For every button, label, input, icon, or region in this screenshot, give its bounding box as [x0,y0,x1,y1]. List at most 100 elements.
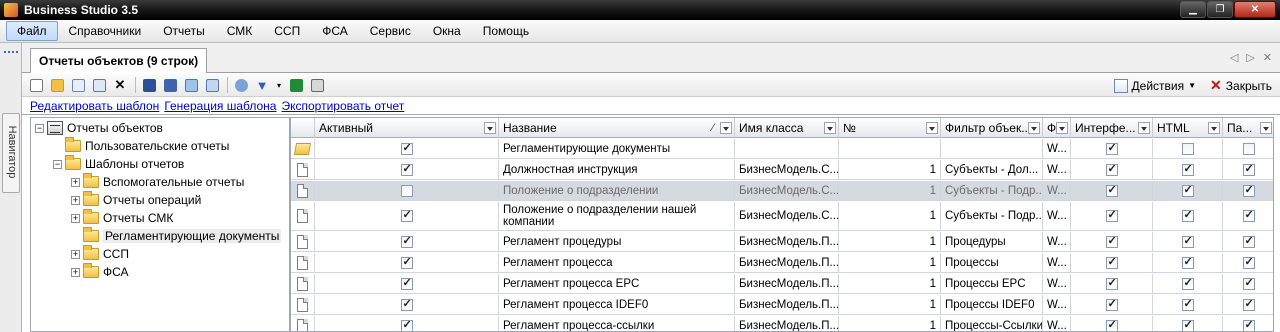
menu-fsa[interactable]: ФСА [311,21,359,41]
active-checkbox[interactable] [400,276,413,290]
table-row[interactable]: Регламент процесса-ссылкиБизнесМодель.П.… [291,316,1273,331]
column-filter-icon[interactable] [1028,122,1040,134]
pa-checkbox[interactable] [1242,234,1255,248]
tree-node-regulatory-docs[interactable]: Регламентирующие документы [71,227,282,245]
edit-template-link[interactable]: Редактировать шаблон [30,99,159,113]
table-row[interactable]: Регламент процедурыБизнесМодель.П...1Про… [291,232,1273,252]
pa-checkbox[interactable] [1242,297,1255,311]
menu-service[interactable]: Сервис [359,21,422,41]
interface-checkbox[interactable] [1105,208,1118,222]
menu-help[interactable]: Помощь [472,21,540,41]
tree-node-operation-reports[interactable]: + Отчеты операций [71,191,201,209]
menu-windows[interactable]: Окна [422,21,472,41]
table-row[interactable]: Регламент процесса EPCБизнесМодель.П...1… [291,274,1273,294]
column-filter-icon[interactable] [1208,122,1220,134]
interface-checkbox[interactable] [1105,276,1118,290]
menu-file[interactable]: Файл [6,21,58,41]
actions-button[interactable]: Действия ▼ [1113,78,1196,93]
edit-icon[interactable] [70,77,86,93]
html-checkbox[interactable] [1181,162,1194,176]
table-row[interactable]: Регламент процесса IDEF0БизнесМодель.П..… [291,295,1273,315]
table-row[interactable]: Должностная инструкцияБизнесМодель.С...1… [291,160,1273,180]
expand-icon[interactable]: + [71,249,80,259]
header-number[interactable]: № [839,118,941,138]
tab-object-reports[interactable]: Отчеты объектов (9 строк) [30,48,208,73]
header-pa[interactable]: Па... [1223,118,1273,138]
interface-checkbox[interactable] [1105,234,1118,248]
html-checkbox[interactable] [1181,318,1194,331]
search-icon[interactable] [233,77,249,93]
header-html[interactable]: HTML [1153,118,1223,138]
table-row[interactable]: Регламент процессаБизнесМодель.П...1Проц… [291,253,1273,273]
active-checkbox[interactable] [400,297,413,311]
pa-checkbox[interactable] [1242,255,1255,269]
close-tab-icon[interactable]: ✕ [1263,51,1272,64]
active-checkbox[interactable] [400,184,413,197]
pa-checkbox[interactable] [1242,276,1255,290]
header-object-filter[interactable]: Фильтр объек... [941,118,1043,138]
pa-checkbox[interactable] [1242,208,1255,222]
active-checkbox[interactable] [400,141,413,155]
interface-checkbox[interactable] [1105,141,1118,155]
expand-icon[interactable]: + [71,177,80,187]
html-checkbox[interactable] [1181,183,1194,197]
interface-checkbox[interactable] [1105,318,1118,331]
interface-checkbox[interactable] [1105,183,1118,197]
html-checkbox[interactable] [1181,142,1194,155]
tree-node-templates[interactable]: − Шаблоны отчетов [53,155,184,173]
header-f[interactable]: Ф [1043,118,1071,138]
table-row[interactable]: Регламентирующие документы W... [291,139,1273,159]
menu-smk[interactable]: СМК [216,21,264,41]
header-interface[interactable]: Интерфе... [1071,118,1153,138]
generate-template-link[interactable]: Генерация шаблона [164,99,276,113]
tree-node-smk-reports[interactable]: + Отчеты СМК [71,209,173,227]
column-filter-icon[interactable] [720,122,732,134]
save-all-icon[interactable] [162,77,178,93]
pa-checkbox[interactable] [1242,162,1255,176]
active-checkbox[interactable] [400,208,413,222]
excel-icon[interactable] [288,77,304,93]
column-filter-icon[interactable] [1056,122,1068,134]
menu-reports[interactable]: Отчеты [152,21,215,41]
save-icon[interactable] [141,77,157,93]
tree-node-aux-reports[interactable]: + Вспомогательные отчеты [71,173,244,191]
maximize-button[interactable]: ❐ [1207,1,1233,18]
tree-node-fsa[interactable]: + ФСА [71,263,129,281]
pa-checkbox[interactable] [1242,142,1255,155]
expand-icon[interactable]: + [71,213,80,223]
html-checkbox[interactable] [1181,255,1194,269]
table-row[interactable]: Положение о подразделении нашей компании… [291,202,1273,231]
active-checkbox[interactable] [400,162,413,176]
filter-dropdown-icon[interactable]: ▾ [275,77,283,93]
export-report-link[interactable]: Экспортировать отчет [281,99,404,113]
print-icon[interactable] [309,77,325,93]
filter-icon[interactable]: ▼ [254,77,270,93]
header-name[interactable]: Название ⁄ [499,118,735,138]
tree-node-root[interactable]: − Отчеты объектов [35,119,163,137]
column-filter-icon[interactable] [926,122,938,134]
interface-checkbox[interactable] [1105,162,1118,176]
interface-checkbox[interactable] [1105,255,1118,269]
column-filter-icon[interactable] [484,122,496,134]
refresh-icon[interactable] [183,77,199,93]
pin-icon[interactable] [4,51,18,59]
scroll-right-icon[interactable]: ▷ [1246,51,1254,64]
menu-ssp[interactable]: ССП [263,21,311,41]
active-checkbox[interactable] [400,234,413,248]
html-checkbox[interactable] [1181,208,1194,222]
tree-node-ssp[interactable]: + ССП [71,245,129,263]
new-icon[interactable] [28,77,44,93]
pa-checkbox[interactable] [1242,318,1255,331]
expand-icon[interactable]: + [71,195,80,205]
active-checkbox[interactable] [400,255,413,269]
column-filter-icon[interactable] [1260,122,1272,134]
minimize-button[interactable]: ▁ [1180,1,1206,18]
scroll-left-icon[interactable]: ◁ [1230,51,1238,64]
new-folder-icon[interactable] [49,77,65,93]
table-row[interactable]: Положение о подразделении БизнесМодель.С.… [291,181,1273,201]
html-checkbox[interactable] [1181,234,1194,248]
active-checkbox[interactable] [400,318,413,331]
close-button[interactable]: ✕ Закрыть [1210,77,1272,94]
collapse-icon[interactable]: − [53,159,62,169]
tree-node-user-reports[interactable]: Пользовательские отчеты [53,137,229,155]
